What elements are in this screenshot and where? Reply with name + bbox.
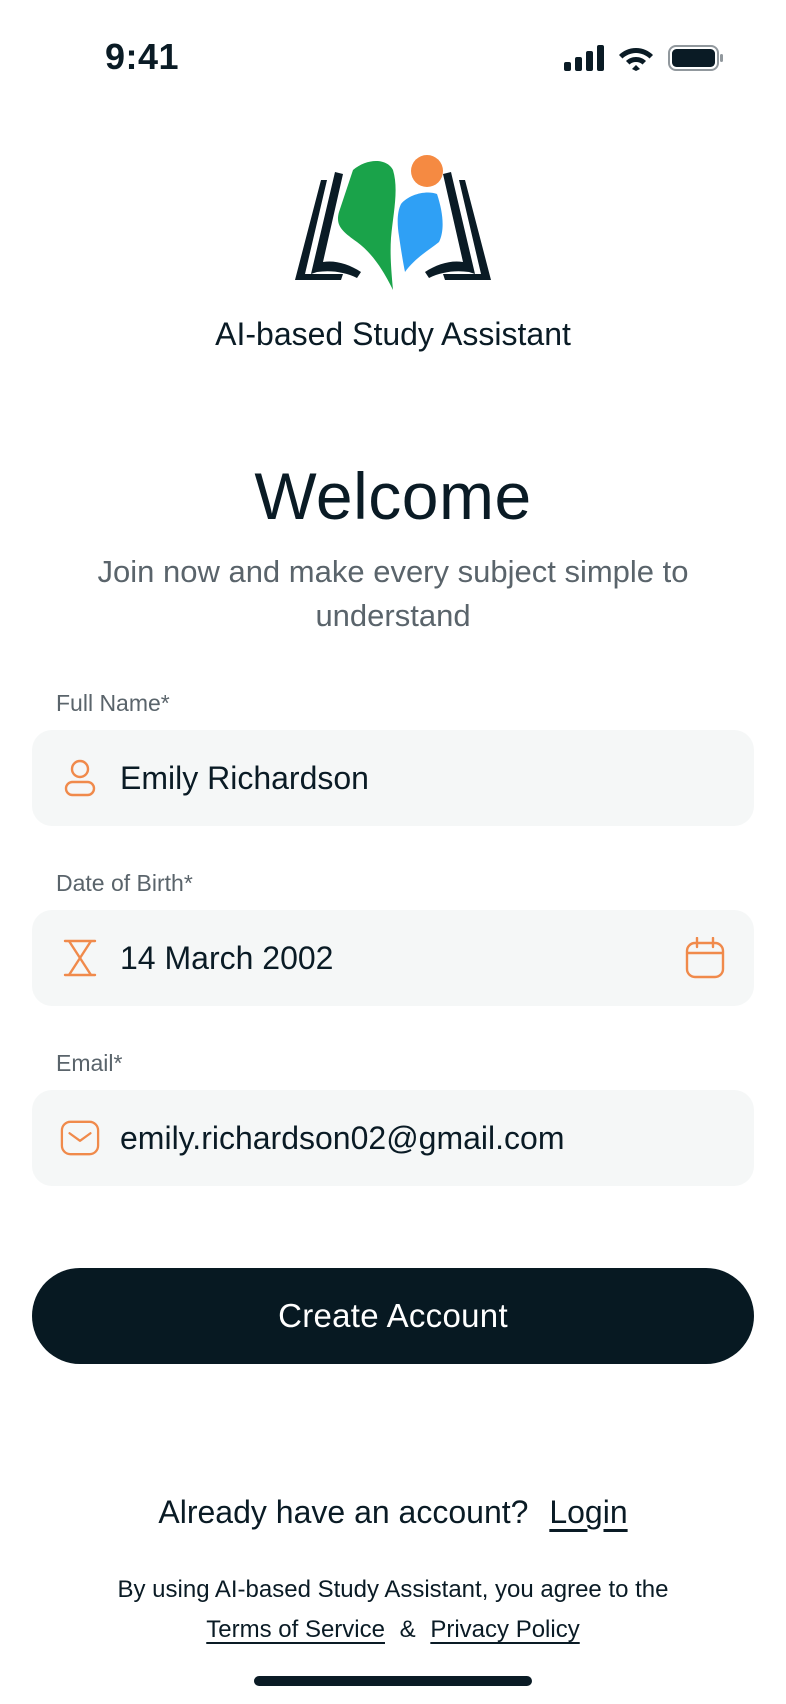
app-name: AI-based Study Assistant — [215, 316, 571, 352]
home-indicator — [254, 1676, 532, 1686]
terms-of-service-link[interactable]: Terms of Service — [206, 1616, 385, 1643]
full-name-label: Full Name* — [56, 690, 170, 716]
email-value[interactable]: emily.richardson02@gmail.com — [120, 1120, 754, 1157]
status-icons — [564, 44, 724, 71]
full-name-field[interactable]: Emily Richardson — [32, 730, 754, 826]
full-name-value[interactable]: Emily Richardson — [120, 760, 754, 797]
wifi-icon — [619, 48, 653, 71]
book-logo-icon — [295, 155, 491, 290]
cellular-signal-icon — [564, 44, 604, 71]
battery-icon — [668, 44, 723, 71]
agree-text: By using AI-based Study Assistant, you a… — [117, 1576, 669, 1603]
status-time: 9:41 — [105, 36, 180, 77]
calendar-icon[interactable] — [684, 937, 726, 979]
hourglass-icon — [60, 938, 100, 978]
status-bar: 9:41 — [0, 0, 786, 118]
dob-field[interactable]: 14 March 2002 — [32, 910, 754, 1006]
legal-notice: By using AI-based Study Assistant, you a… — [0, 1570, 786, 1650]
have-account-text: Already have an account? — [158, 1494, 529, 1530]
ampersand: & — [399, 1616, 416, 1643]
create-account-button[interactable]: Create Account — [32, 1268, 754, 1364]
email-label: Email* — [56, 1050, 123, 1076]
app-logo — [0, 150, 786, 300]
dob-value[interactable]: 14 March 2002 — [120, 940, 684, 977]
mail-icon — [60, 1118, 100, 1158]
dob-label: Date of Birth* — [56, 870, 193, 896]
privacy-policy-link[interactable]: Privacy Policy — [430, 1616, 579, 1643]
login-link[interactable]: Login — [549, 1494, 627, 1530]
email-field[interactable]: emily.richardson02@gmail.com — [32, 1090, 754, 1186]
page-subtitle: Join now and make every subject simple t… — [97, 554, 689, 633]
login-prompt: Already have an account? Login — [0, 1494, 786, 1531]
user-icon — [60, 758, 100, 798]
page-title: Welcome — [254, 459, 532, 533]
